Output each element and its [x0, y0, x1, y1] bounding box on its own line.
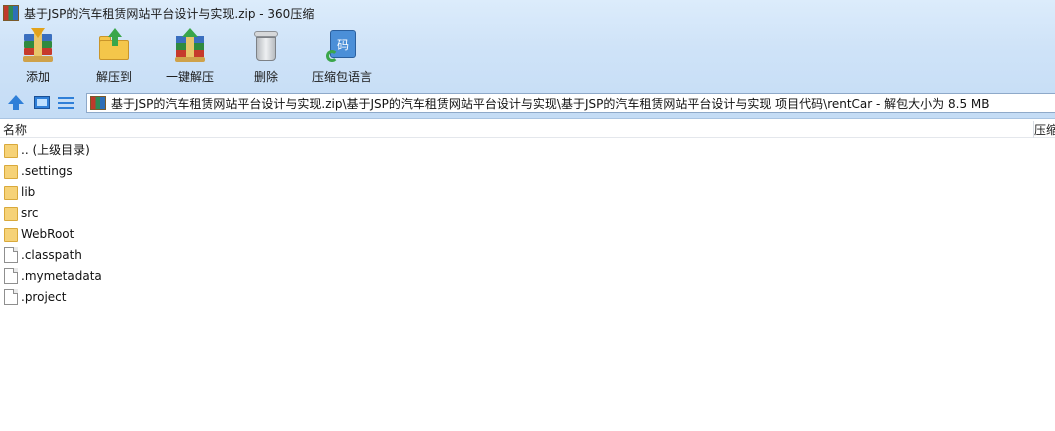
column-compressed-header[interactable]: 压缩	[1033, 121, 1055, 138]
toolbar-area: 基于JSP的汽车租赁网站平台设计与实现.zip - 360压缩 添加 解压到 一…	[0, 0, 1055, 119]
list-item-project[interactable]: .project	[0, 286, 1055, 307]
add-button[interactable]: 添加	[0, 28, 76, 86]
up-arrow-icon[interactable]	[8, 95, 24, 111]
file-name: lib	[21, 184, 36, 199]
list-item-webroot[interactable]: WebRoot	[0, 223, 1055, 244]
list-item-parent[interactable]: .. (上级目录)	[0, 139, 1055, 160]
path-text: 基于JSP的汽车租赁网站平台设计与实现.zip\基于JSP的汽车租赁网站平台设计…	[111, 96, 990, 111]
archive-language-label: 压缩包语言	[311, 70, 372, 84]
file-icon	[4, 288, 18, 305]
file-name: .mymetadata	[21, 268, 102, 283]
add-button-label: 添加	[25, 70, 50, 84]
list-item-lib[interactable]: lib	[0, 181, 1055, 202]
file-name: .classpath	[21, 247, 82, 262]
extract-to-icon	[96, 28, 132, 64]
file-name: .settings	[21, 163, 73, 178]
folder-icon	[4, 206, 18, 221]
file-name: .project	[21, 289, 67, 304]
archive-path-icon	[90, 96, 106, 110]
extract-to-label: 解压到	[95, 70, 132, 84]
thumbnail-view-icon[interactable]	[34, 95, 50, 111]
list-item-classpath[interactable]: .classpath	[0, 244, 1055, 265]
file-name: src	[21, 205, 39, 220]
list-item-settings[interactable]: .settings	[0, 160, 1055, 181]
file-list: .. (上级目录) .settings lib src WebRoot .cla…	[0, 139, 1055, 307]
column-header: 名称 压缩	[0, 119, 1055, 138]
delete-button[interactable]: 删除	[228, 28, 304, 86]
main-toolbar: 添加 解压到 一键解压 删除 码 压缩包语言	[0, 28, 380, 86]
one-click-extract-button[interactable]: 一键解压	[152, 28, 228, 86]
list-item-mymetadata[interactable]: .mymetadata	[0, 265, 1055, 286]
folder-icon	[4, 143, 18, 158]
path-bar[interactable]: 基于JSP的汽车租赁网站平台设计与实现.zip\基于JSP的汽车租赁网站平台设计…	[86, 93, 1055, 113]
file-icon	[4, 246, 18, 263]
column-name-header[interactable]: 名称	[3, 121, 27, 138]
folder-icon	[4, 185, 18, 200]
add-archive-icon	[20, 28, 56, 64]
archive-language-icon: 码	[324, 28, 360, 64]
file-name: WebRoot	[21, 226, 75, 241]
delete-icon	[248, 28, 284, 64]
one-click-extract-label: 一键解压	[165, 70, 214, 84]
file-icon	[4, 267, 18, 284]
folder-icon	[4, 227, 18, 242]
extract-to-button[interactable]: 解压到	[76, 28, 152, 86]
window-title: 基于JSP的汽车租赁网站平台设计与实现.zip - 360压缩	[24, 6, 315, 21]
delete-label: 删除	[253, 70, 278, 84]
title-bar: 基于JSP的汽车租赁网站平台设计与实现.zip - 360压缩	[0, 0, 1055, 26]
file-name: .. (上级目录)	[21, 143, 90, 157]
one-click-extract-icon	[172, 28, 208, 64]
archive-language-button[interactable]: 码 压缩包语言	[304, 28, 380, 86]
list-view-icon[interactable]	[58, 95, 74, 111]
archive-app-icon	[3, 5, 19, 21]
list-item-src[interactable]: src	[0, 202, 1055, 223]
folder-icon	[4, 164, 18, 179]
